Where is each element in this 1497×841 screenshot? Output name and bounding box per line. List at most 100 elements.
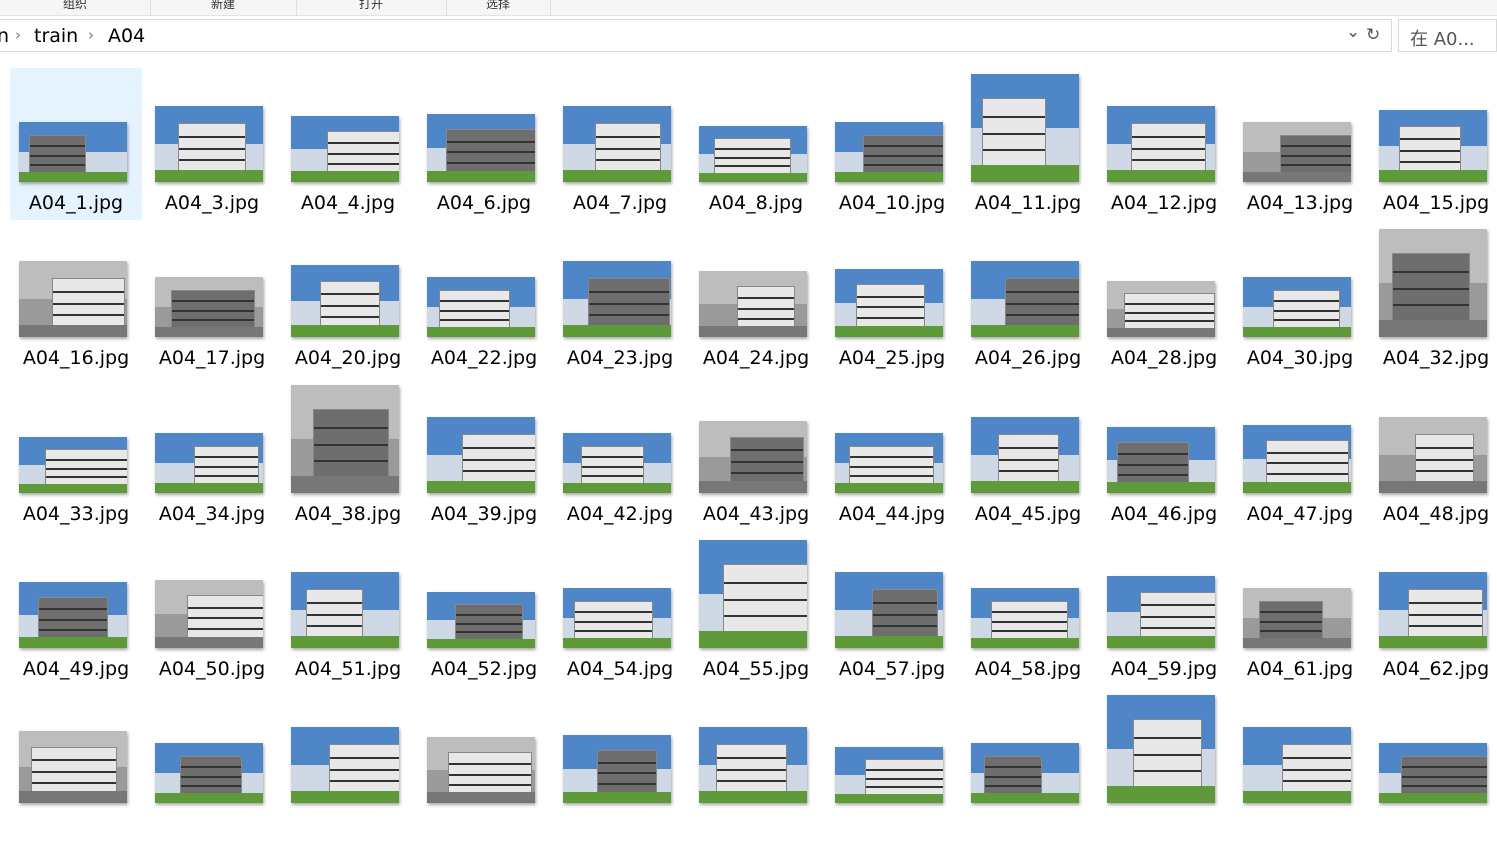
file-item[interactable] (1234, 689, 1366, 841)
refresh-icon[interactable]: ↻ (1366, 25, 1380, 45)
image-thumbnail[interactable] (19, 261, 127, 337)
file-item[interactable] (282, 689, 414, 841)
image-thumbnail[interactable] (835, 747, 943, 803)
file-item[interactable]: A04_34.jpg (146, 379, 278, 531)
file-item[interactable] (962, 689, 1094, 841)
image-thumbnail[interactable] (971, 743, 1079, 803)
image-thumbnail[interactable] (563, 735, 671, 803)
image-thumbnail[interactable] (563, 588, 671, 648)
file-item[interactable]: A04_1.jpg (10, 68, 142, 220)
file-item[interactable]: A04_30.jpg (1234, 223, 1366, 375)
file-item[interactable]: A04_45.jpg (962, 379, 1094, 531)
image-thumbnail[interactable] (1107, 695, 1215, 803)
file-item[interactable]: A04_15.jpg (1370, 68, 1497, 220)
image-thumbnail[interactable] (835, 572, 943, 648)
image-thumbnail[interactable] (699, 727, 807, 803)
breadcrumb-separator-icon[interactable]: › (88, 26, 94, 44)
image-thumbnail[interactable] (291, 572, 399, 648)
file-item[interactable] (146, 689, 278, 841)
image-thumbnail[interactable] (155, 277, 263, 337)
file-item[interactable]: A04_43.jpg (690, 379, 822, 531)
file-item[interactable]: A04_48.jpg (1370, 379, 1497, 531)
image-thumbnail[interactable] (563, 261, 671, 337)
file-item[interactable]: A04_55.jpg (690, 534, 822, 686)
file-item[interactable]: A04_47.jpg (1234, 379, 1366, 531)
image-thumbnail[interactable] (1107, 106, 1215, 182)
file-item[interactable]: A04_13.jpg (1234, 68, 1366, 220)
image-thumbnail[interactable] (291, 265, 399, 337)
file-item[interactable]: A04_24.jpg (690, 223, 822, 375)
chevron-down-icon[interactable]: ⌄ (1346, 22, 1360, 42)
image-thumbnail[interactable] (971, 261, 1079, 337)
image-thumbnail[interactable] (699, 540, 807, 648)
file-item[interactable]: A04_8.jpg (690, 68, 822, 220)
image-thumbnail[interactable] (1379, 417, 1487, 493)
image-thumbnail[interactable] (699, 271, 807, 337)
image-thumbnail[interactable] (971, 588, 1079, 648)
file-item[interactable] (1098, 689, 1230, 841)
image-thumbnail[interactable] (427, 737, 535, 803)
file-item[interactable]: A04_58.jpg (962, 534, 1094, 686)
file-item[interactable]: A04_25.jpg (826, 223, 958, 375)
ribbon-group-organize[interactable]: 组织 (0, 0, 151, 15)
file-item[interactable]: A04_10.jpg (826, 68, 958, 220)
file-item[interactable]: A04_17.jpg (146, 223, 278, 375)
ribbon-group-open[interactable]: 打开 (296, 0, 447, 15)
image-thumbnail[interactable] (1107, 427, 1215, 493)
image-thumbnail[interactable] (155, 433, 263, 493)
file-item[interactable]: A04_59.jpg (1098, 534, 1230, 686)
image-thumbnail[interactable] (699, 126, 807, 182)
file-item[interactable]: A04_20.jpg (282, 223, 414, 375)
image-thumbnail[interactable] (835, 269, 943, 337)
file-item[interactable]: A04_38.jpg (282, 379, 414, 531)
image-thumbnail[interactable] (19, 582, 127, 648)
file-item[interactable]: A04_28.jpg (1098, 223, 1230, 375)
image-thumbnail[interactable] (1243, 588, 1351, 648)
file-item[interactable] (690, 689, 822, 841)
image-thumbnail[interactable] (19, 122, 127, 182)
file-item[interactable]: A04_7.jpg (554, 68, 686, 220)
image-thumbnail[interactable] (1243, 425, 1351, 493)
image-thumbnail[interactable] (971, 74, 1079, 182)
file-item[interactable]: A04_33.jpg (10, 379, 142, 531)
image-thumbnail[interactable] (291, 727, 399, 803)
image-thumbnail[interactable] (563, 106, 671, 182)
file-item[interactable]: A04_62.jpg (1370, 534, 1497, 686)
file-item[interactable]: A04_50.jpg (146, 534, 278, 686)
image-thumbnail[interactable] (835, 433, 943, 493)
ribbon-group-new[interactable]: 新建 (150, 0, 297, 15)
image-thumbnail[interactable] (427, 592, 535, 648)
file-item[interactable]: A04_49.jpg (10, 534, 142, 686)
file-item[interactable]: A04_11.jpg (962, 68, 1094, 220)
image-thumbnail[interactable] (291, 116, 399, 182)
image-thumbnail[interactable] (971, 417, 1079, 493)
image-thumbnail[interactable] (1243, 277, 1351, 337)
image-thumbnail[interactable] (1379, 110, 1487, 182)
breadcrumb-partial[interactable]: n (0, 25, 9, 47)
search-box[interactable]: 在 A0... (1398, 19, 1497, 52)
file-item[interactable]: A04_39.jpg (418, 379, 550, 531)
file-item[interactable]: A04_42.jpg (554, 379, 686, 531)
file-item[interactable] (418, 689, 550, 841)
image-thumbnail[interactable] (1379, 229, 1487, 337)
breadcrumb-train[interactable]: train (34, 25, 78, 47)
image-thumbnail[interactable] (563, 433, 671, 493)
image-thumbnail[interactable] (291, 385, 399, 493)
image-thumbnail[interactable] (1379, 743, 1487, 803)
ribbon-group-select[interactable]: 选择 (446, 0, 551, 15)
breadcrumb-separator-icon[interactable]: › (15, 26, 21, 44)
image-thumbnail[interactable] (1243, 727, 1351, 803)
image-thumbnail[interactable] (1107, 281, 1215, 337)
image-thumbnail[interactable] (19, 437, 127, 493)
file-item[interactable]: A04_57.jpg (826, 534, 958, 686)
image-thumbnail[interactable] (1107, 576, 1215, 648)
file-item[interactable] (10, 689, 142, 841)
image-thumbnail[interactable] (155, 580, 263, 648)
image-thumbnail[interactable] (19, 731, 127, 803)
image-thumbnail[interactable] (427, 277, 535, 337)
image-thumbnail[interactable] (155, 743, 263, 803)
file-item[interactable]: A04_3.jpg (146, 68, 278, 220)
image-thumbnail[interactable] (699, 421, 807, 493)
file-item[interactable]: A04_23.jpg (554, 223, 686, 375)
file-item[interactable] (554, 689, 686, 841)
